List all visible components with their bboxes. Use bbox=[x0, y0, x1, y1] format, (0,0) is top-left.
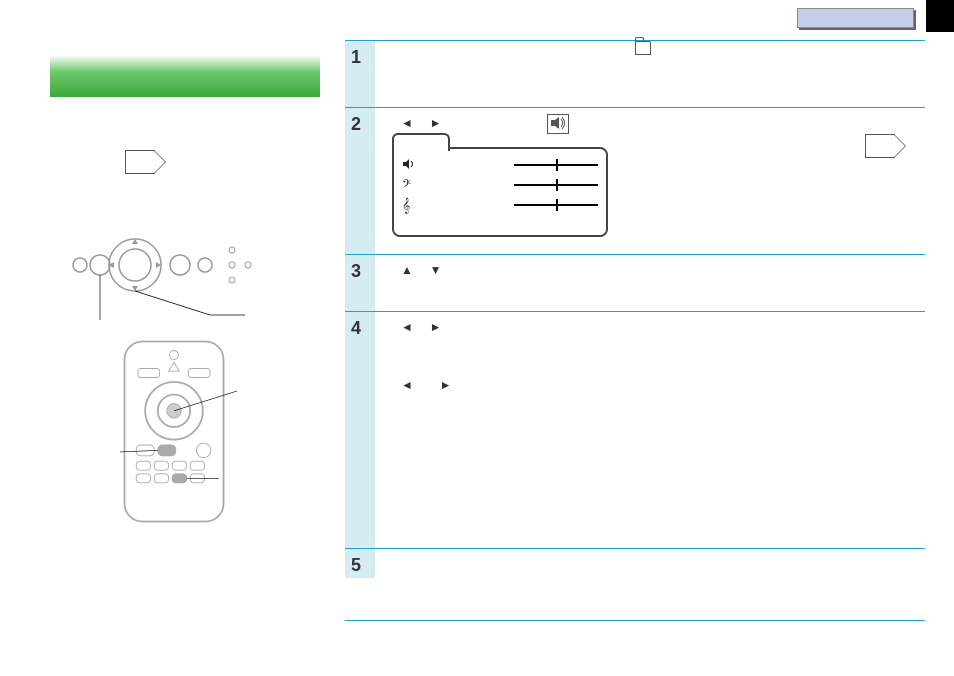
step-1: 1 bbox=[345, 40, 925, 107]
bass-slider bbox=[514, 184, 598, 186]
volume-slider bbox=[514, 164, 598, 166]
osd-row-treble: 𝄞 Treble bbox=[402, 195, 598, 215]
section-title-banner bbox=[50, 55, 320, 97]
left-arrow-icon: ◄ bbox=[401, 378, 413, 392]
treble-clef-icon: 𝄞 bbox=[402, 197, 418, 214]
header-badge bbox=[797, 8, 914, 28]
bass-clef-icon: 𝄢 bbox=[402, 177, 418, 194]
step-4: 4 ◄ ► ◄ ► bbox=[345, 311, 925, 548]
left-column bbox=[50, 55, 320, 97]
right-arrow-icon: ► bbox=[440, 378, 452, 392]
osd-row-bass: 𝄢 Bass bbox=[402, 175, 598, 195]
up-arrow-icon: ▲ bbox=[401, 263, 413, 277]
pentagon-icon bbox=[125, 150, 155, 174]
remote-control-illustration bbox=[120, 330, 237, 542]
right-arrow-icon: ► bbox=[430, 116, 442, 130]
step-number: 1 bbox=[351, 47, 361, 68]
left-arrow-icon: ◄ bbox=[401, 116, 413, 130]
osd-body: Volume 𝄢 Bass 𝄞 Treble bbox=[392, 147, 608, 237]
volume-icon bbox=[402, 157, 418, 174]
step-number: 3 bbox=[351, 261, 361, 282]
right-arrow-icon: ► bbox=[430, 320, 442, 334]
folder-icon bbox=[635, 41, 651, 55]
osd-audio-menu: Volume 𝄢 Bass 𝄞 Treble bbox=[390, 145, 610, 229]
step-number: 2 bbox=[351, 114, 361, 135]
projector-panel-illustration bbox=[60, 230, 290, 320]
speaker-icon bbox=[547, 114, 569, 134]
step-number: 5 bbox=[351, 555, 361, 576]
osd-row-volume: Volume bbox=[402, 155, 598, 175]
projector-panel-label bbox=[125, 150, 305, 174]
header-corner bbox=[926, 0, 954, 32]
pentagon-icon bbox=[865, 134, 895, 158]
treble-slider bbox=[514, 204, 598, 206]
step-3: 3 ▲ ▼ bbox=[345, 254, 925, 311]
osd-tab bbox=[392, 133, 450, 151]
left-arrow-icon: ◄ bbox=[401, 320, 413, 334]
main-instructions: 1 2 ◄ ► 3 ▲ ▼ 4 bbox=[345, 40, 925, 621]
down-arrow-icon: ▼ bbox=[430, 263, 442, 277]
step-5: 5 bbox=[345, 548, 925, 621]
step-number: 4 bbox=[351, 318, 361, 339]
